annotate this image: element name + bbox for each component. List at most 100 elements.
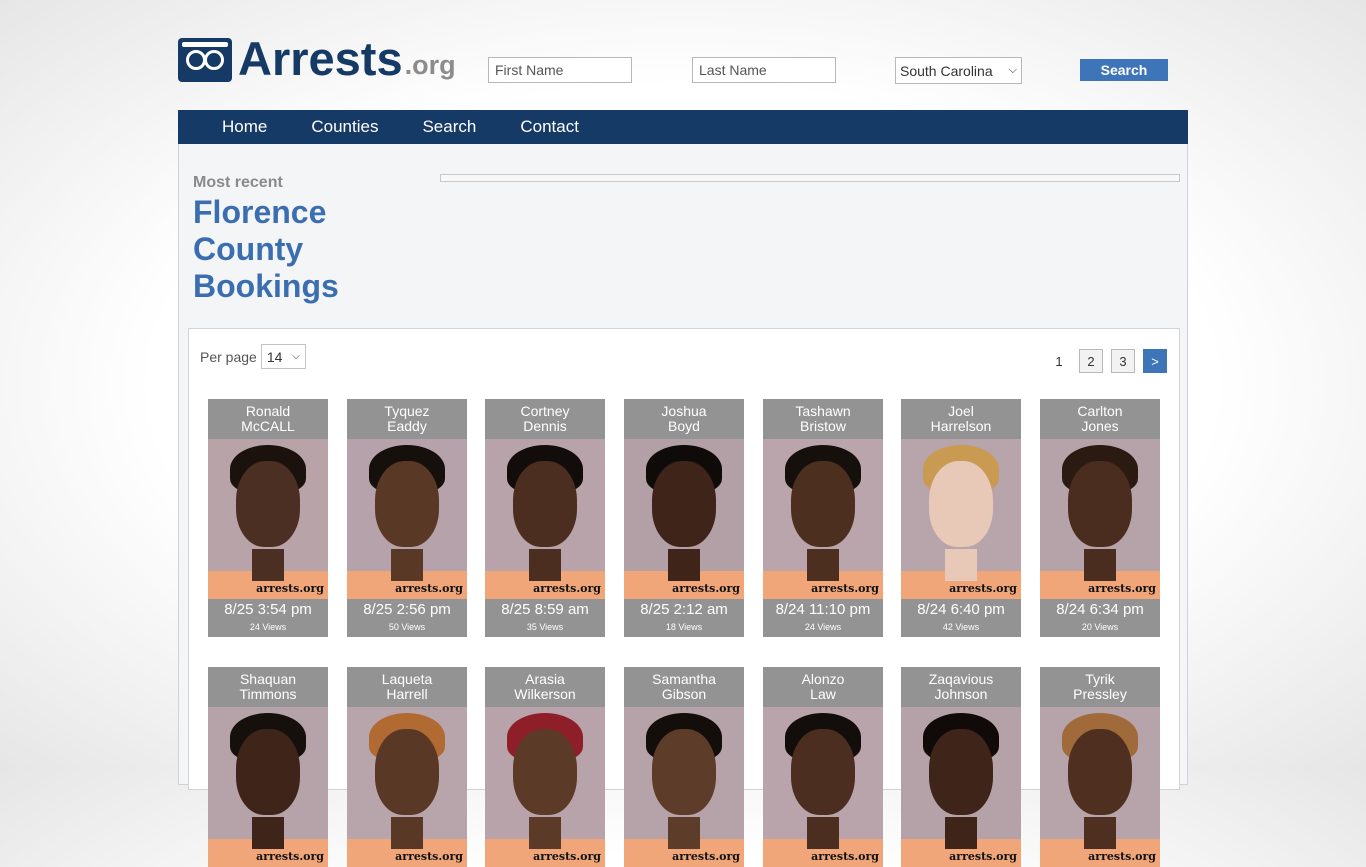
booking-date: 8/25 2:56 pm: [363, 601, 451, 618]
booking-name[interactable]: Joel Harrelson: [901, 399, 1021, 439]
nav-home[interactable]: Home: [222, 110, 267, 144]
per-page-control: Per page 14 ⌵: [200, 344, 306, 369]
booking-name[interactable]: Samantha Gibson: [624, 667, 744, 707]
mugshot-photo[interactable]: arrests.org: [763, 439, 883, 599]
booking-card[interactable]: Zaqavious Johnson arrests.org: [901, 667, 1021, 867]
photo-watermark: arrests.org: [811, 850, 879, 863]
booking-card[interactable]: Shaquan Timmons arrests.org: [208, 667, 328, 867]
mugshot-photo[interactable]: arrests.org: [485, 707, 605, 867]
booking-first-name: Shaquan: [239, 671, 297, 687]
booking-name[interactable]: Laqueta Harrell: [347, 667, 467, 707]
booking-card[interactable]: Joshua Boyd arrests.org 8/25 2:12 am 18 View…: [624, 399, 744, 637]
booking-name[interactable]: Alonzo Law: [763, 667, 883, 707]
mugshot-photo[interactable]: arrests.org: [624, 707, 744, 867]
booking-card[interactable]: Joel Harrelson arrests.org 8/24 6:40 pm 42 V…: [901, 399, 1021, 637]
per-page-value: 14: [266, 348, 283, 365]
search-button[interactable]: Search: [1080, 59, 1168, 81]
state-select[interactable]: South Carolina ⌵: [895, 57, 1022, 84]
mugshot-photo[interactable]: arrests.org: [901, 707, 1021, 867]
booking-name[interactable]: Tashawn Bristow: [763, 399, 883, 439]
mugshot-photo[interactable]: arrests.org: [347, 439, 467, 599]
photo-watermark: arrests.org: [672, 850, 740, 863]
mugshot-photo[interactable]: arrests.org: [485, 439, 605, 599]
booking-date: 8/25 8:59 am: [501, 601, 589, 618]
photo-watermark: arrests.org: [1088, 850, 1156, 863]
booking-card[interactable]: Arasia Wilkerson arrests.org: [485, 667, 605, 867]
mugshot-photo[interactable]: arrests.org: [347, 707, 467, 867]
booking-first-name: Zaqavious: [928, 671, 994, 687]
page-2-link[interactable]: 2: [1079, 349, 1103, 373]
photo-watermark: arrests.org: [811, 582, 879, 595]
booking-first-name: Laqueta: [381, 671, 433, 687]
booking-date: 8/25 2:12 am: [640, 601, 728, 618]
booking-card[interactable]: Carlton Jones arrests.org 8/24 6:34 pm 20 Vi…: [1040, 399, 1160, 637]
per-page-select[interactable]: 14 ⌵: [260, 344, 306, 369]
chevron-down-icon: ⌵: [292, 351, 300, 362]
page-title: Florence County Bookings: [193, 194, 339, 304]
nav-counties[interactable]: Counties: [311, 110, 378, 144]
booking-first-name: Cortney: [520, 403, 570, 419]
booking-name[interactable]: Joshua Boyd: [624, 399, 744, 439]
booking-card[interactable]: Tashawn Bristow arrests.org 8/24 11:10 pm 24…: [763, 399, 883, 637]
photo-watermark: arrests.org: [533, 850, 601, 863]
booking-card[interactable]: Laqueta Harrell arrests.org: [347, 667, 467, 867]
booking-name[interactable]: Arasia Wilkerson: [485, 667, 605, 707]
logo-tld: .org: [404, 50, 456, 80]
nav-search[interactable]: Search: [422, 110, 476, 144]
booking-last-name: Boyd: [668, 418, 700, 434]
state-select-value: South Carolina: [900, 62, 993, 79]
booking-name[interactable]: Shaquan Timmons: [208, 667, 328, 707]
bookings-panel: Per page 14 ⌵ 1 2 3 > Ronald McCALL arrest…: [188, 328, 1180, 867]
next-page-button[interactable]: >: [1143, 349, 1167, 373]
booking-name[interactable]: Cortney Dennis: [485, 399, 605, 439]
first-name-input[interactable]: [488, 57, 632, 83]
booking-first-name: Joshua: [661, 403, 707, 419]
content-area: Most recent Florence County Bookings Per…: [178, 144, 1188, 867]
booking-last-name: Law: [810, 686, 836, 702]
mugshot-photo[interactable]: arrests.org: [763, 707, 883, 867]
booking-card[interactable]: Cortney Dennis arrests.org 8/25 8:59 am 35 V…: [485, 399, 605, 637]
booking-card[interactable]: Tyrik Pressley arrests.org: [1040, 667, 1160, 867]
booking-card[interactable]: Ronald McCALL arrests.org 8/25 3:54 pm 24 Vi…: [208, 399, 328, 637]
photo-watermark: arrests.org: [395, 582, 463, 595]
booking-last-name: Harrelson: [930, 418, 992, 434]
booking-first-name: Samantha: [652, 671, 716, 687]
booking-views: 35 Views: [526, 622, 564, 632]
booking-last-name: Pressley: [1073, 686, 1127, 702]
booking-card[interactable]: Alonzo Law arrests.org: [763, 667, 883, 867]
nav-contact[interactable]: Contact: [520, 110, 579, 144]
mugshot-photo[interactable]: arrests.org: [901, 439, 1021, 599]
booking-name[interactable]: Carlton Jones: [1040, 399, 1160, 439]
booking-name[interactable]: Tyquez Eaddy: [347, 399, 467, 439]
booking-date: 8/24 6:40 pm: [917, 601, 1005, 618]
booking-name[interactable]: Zaqavious Johnson: [901, 667, 1021, 707]
booking-last-name: Timmons: [239, 686, 297, 702]
page-3-link[interactable]: 3: [1111, 349, 1135, 373]
booking-last-name: Bristow: [800, 418, 846, 434]
photo-watermark: arrests.org: [395, 850, 463, 863]
booking-first-name: Tyquez: [384, 403, 430, 419]
site-logo[interactable]: Arrests .org: [178, 35, 456, 82]
booking-date: 8/25 3:54 pm: [224, 601, 312, 618]
booking-date: 8/24 6:34 pm: [1056, 601, 1144, 618]
site-header: Arrests .org South Carolina ⌵ Search: [178, 35, 1188, 106]
last-name-input[interactable]: [692, 57, 836, 83]
photo-watermark: arrests.org: [533, 582, 601, 595]
mugshot-photo[interactable]: arrests.org: [1040, 439, 1160, 599]
photo-watermark: arrests.org: [256, 850, 324, 863]
mugshot-photo[interactable]: arrests.org: [208, 707, 328, 867]
ad-banner: [440, 174, 1180, 182]
chevron-down-icon: ⌵: [1008, 64, 1017, 76]
mugshot-photo[interactable]: arrests.org: [1040, 707, 1160, 867]
booking-last-name: McCALL: [241, 418, 295, 434]
photo-watermark: arrests.org: [949, 582, 1017, 595]
page-1-current: 1: [1055, 353, 1063, 369]
booking-card[interactable]: Samantha Gibson arrests.org: [624, 667, 744, 867]
main-nav: Home Counties Search Contact: [178, 110, 1188, 144]
mugshot-photo[interactable]: arrests.org: [624, 439, 744, 599]
booking-card[interactable]: Tyquez Eaddy arrests.org 8/25 2:56 pm 50 Vie…: [347, 399, 467, 637]
booking-name[interactable]: Tyrik Pressley: [1040, 667, 1160, 707]
booking-name[interactable]: Ronald McCALL: [208, 399, 328, 439]
mugshot-photo[interactable]: arrests.org: [208, 439, 328, 599]
booking-first-name: Ronald: [245, 403, 291, 419]
